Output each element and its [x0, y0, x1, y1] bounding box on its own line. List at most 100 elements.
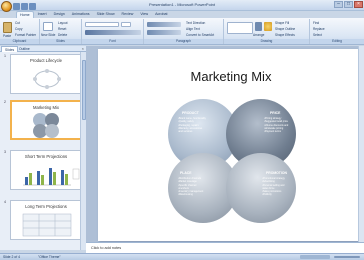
font-size-field[interactable]: [121, 22, 131, 27]
mini-bar: [49, 168, 52, 185]
font-format-buttons[interactable]: [85, 30, 141, 35]
promotion-circle[interactable]: PROMOTION Promotional strategy Advertisi…: [226, 153, 296, 223]
notes-placeholder[interactable]: Click to add notes: [91, 246, 121, 250]
thumbnail-card[interactable]: Short Term Projections: [10, 150, 82, 190]
price-bullets: Pricing strategy Suggested retail price …: [264, 117, 288, 133]
place-heading: PLACE: [180, 171, 192, 175]
cut-button[interactable]: Cut: [15, 21, 20, 25]
close-button[interactable]: ×: [354, 1, 363, 8]
mini-bar: [25, 177, 28, 185]
alignment-buttons[interactable]: [147, 30, 181, 35]
lifecycle-ring: [34, 70, 60, 88]
quick-styles-icon[interactable]: [264, 22, 272, 31]
zoom-slider[interactable]: [334, 256, 360, 258]
slides-group: New Slide Layout Reset Delete Slides: [40, 19, 82, 44]
thumbnail-slide-2[interactable]: 2 Marketing Mix: [4, 100, 82, 144]
new-slide-button[interactable]: New Slide: [41, 33, 55, 37]
lifecycle-node: [45, 85, 49, 89]
mini-bar: [29, 173, 32, 185]
slide-scrollbar[interactable]: [358, 46, 364, 242]
mini-table: [22, 213, 72, 237]
thumbnail-slide-3[interactable]: 3 Short Term Projections: [4, 150, 82, 194]
tab-animations[interactable]: Animations: [69, 11, 93, 18]
lifecycle-node: [33, 77, 37, 81]
view-buttons[interactable]: [300, 255, 330, 259]
thumbnail-number: 4: [4, 200, 6, 204]
promotion-heading: PROMOTION: [266, 171, 287, 175]
tab-design[interactable]: Design: [51, 11, 68, 18]
format-painter-button[interactable]: Format Painter: [15, 33, 36, 37]
lifecycle-diagram: [33, 69, 61, 89]
thumbnail-slide-1[interactable]: 1 Product Lifecycle: [4, 54, 82, 98]
maximize-button[interactable]: □: [344, 1, 353, 8]
price-heading: PRICE: [270, 111, 281, 115]
slide-title[interactable]: Marketing Mix: [98, 69, 364, 84]
align-text-button[interactable]: Align Text: [186, 27, 200, 31]
marketing-mix-mini: [33, 113, 59, 138]
slides-group-label: Slides: [40, 39, 81, 44]
drawing-group-label: Drawing: [224, 39, 309, 44]
tab-review[interactable]: Review: [119, 11, 137, 18]
window-title: Presentation1 - Microsoft PowerPoint: [148, 2, 216, 7]
shape-fill-button[interactable]: Shape Fill: [275, 21, 289, 25]
shape-effects-button[interactable]: Shape Effects: [275, 33, 295, 37]
slide-stage: Marketing Mix PRODUCT Brand name, functi…: [86, 46, 364, 242]
mini-bar: [65, 174, 68, 185]
lifecycle-node: [57, 77, 61, 81]
drawing-group: Arrange Shape Fill Shape Outline Shape E…: [224, 19, 310, 44]
paragraph-group-label: Paragraph: [144, 39, 223, 44]
status-bar: Slide 2 of 4 "Office Theme": [0, 253, 364, 260]
thumbnail-number: 3: [4, 150, 6, 154]
mini-legend: [72, 168, 80, 180]
layout-button[interactable]: Layout: [58, 21, 68, 25]
editing-group: Find Replace Select Editing: [310, 19, 364, 44]
tab-insert[interactable]: Insert: [35, 11, 50, 18]
arrange-icon[interactable]: [255, 22, 262, 31]
font-name-field[interactable]: [85, 22, 119, 27]
text-direction-button[interactable]: Text Direction: [186, 21, 205, 25]
notes-pane[interactable]: Click to add notes: [86, 242, 364, 253]
shape-outline-button[interactable]: Shape Outline: [275, 27, 295, 31]
clipboard-group-label: Clipboard: [0, 39, 39, 44]
thumbnail-card-selected[interactable]: Marketing Mix: [10, 100, 82, 140]
arrange-button[interactable]: Arrange: [253, 33, 264, 37]
bullet-item: Payment terms: [264, 130, 288, 133]
powerpoint-window: Presentation1 - Microsoft PowerPoint – □…: [0, 0, 364, 260]
theme-name: "Office Theme": [38, 255, 61, 259]
copy-button[interactable]: Copy: [15, 27, 22, 31]
convert-smartart-button[interactable]: Convert to SmartArt: [186, 33, 214, 37]
minimize-button[interactable]: –: [334, 1, 343, 8]
slide-counter: Slide 2 of 4: [3, 255, 20, 259]
thumbnail-slide-4[interactable]: 4 Long Term Projections: [4, 200, 82, 244]
delete-button[interactable]: Delete: [58, 33, 67, 37]
thumbnail-number: 2: [4, 100, 6, 104]
tab-view[interactable]: View: [137, 11, 151, 18]
paste-button[interactable]: Paste: [3, 34, 11, 38]
bullet-item: Warehousing: [178, 193, 203, 196]
ribbon: Paste Cut Copy Format Painter Clipboard …: [0, 18, 364, 45]
slide-thumbnails: 1 Product Lifecycle 2 Marketing Mix 3 Sh…: [0, 52, 86, 250]
tab-home[interactable]: Home: [16, 11, 34, 18]
place-bullets: Distribution channels Market coverage Sp…: [178, 177, 203, 197]
mini-bar: [37, 171, 40, 185]
thumbnail-card[interactable]: Product Lifecycle: [10, 54, 82, 94]
slide-canvas[interactable]: Marketing Mix PRODUCT Brand name, functi…: [98, 49, 364, 241]
mini-bar: [41, 175, 44, 185]
tab-acrobat[interactable]: Acrobat: [152, 11, 170, 18]
paste-icon[interactable]: [3, 22, 12, 33]
list-buttons[interactable]: [147, 22, 181, 27]
select-button[interactable]: Select: [313, 33, 322, 37]
shapes-gallery[interactable]: [227, 22, 253, 34]
tab-slide-show[interactable]: Slide Show: [94, 11, 118, 18]
promotion-bullets: Promotional strategy Advertising Persona…: [262, 177, 285, 197]
product-bullets: Brand name, functionality Quality, safet…: [178, 117, 206, 133]
replace-button[interactable]: Replace: [313, 27, 325, 31]
mini-bar: [53, 172, 56, 185]
editing-group-label: Editing: [310, 39, 364, 44]
find-button[interactable]: Find: [313, 21, 319, 25]
font-group: Font: [82, 19, 144, 44]
new-slide-icon[interactable]: [43, 22, 53, 31]
thumbnail-card[interactable]: Long Term Projections: [10, 200, 82, 240]
reset-button[interactable]: Reset: [58, 27, 66, 31]
font-group-label: Font: [82, 39, 143, 44]
